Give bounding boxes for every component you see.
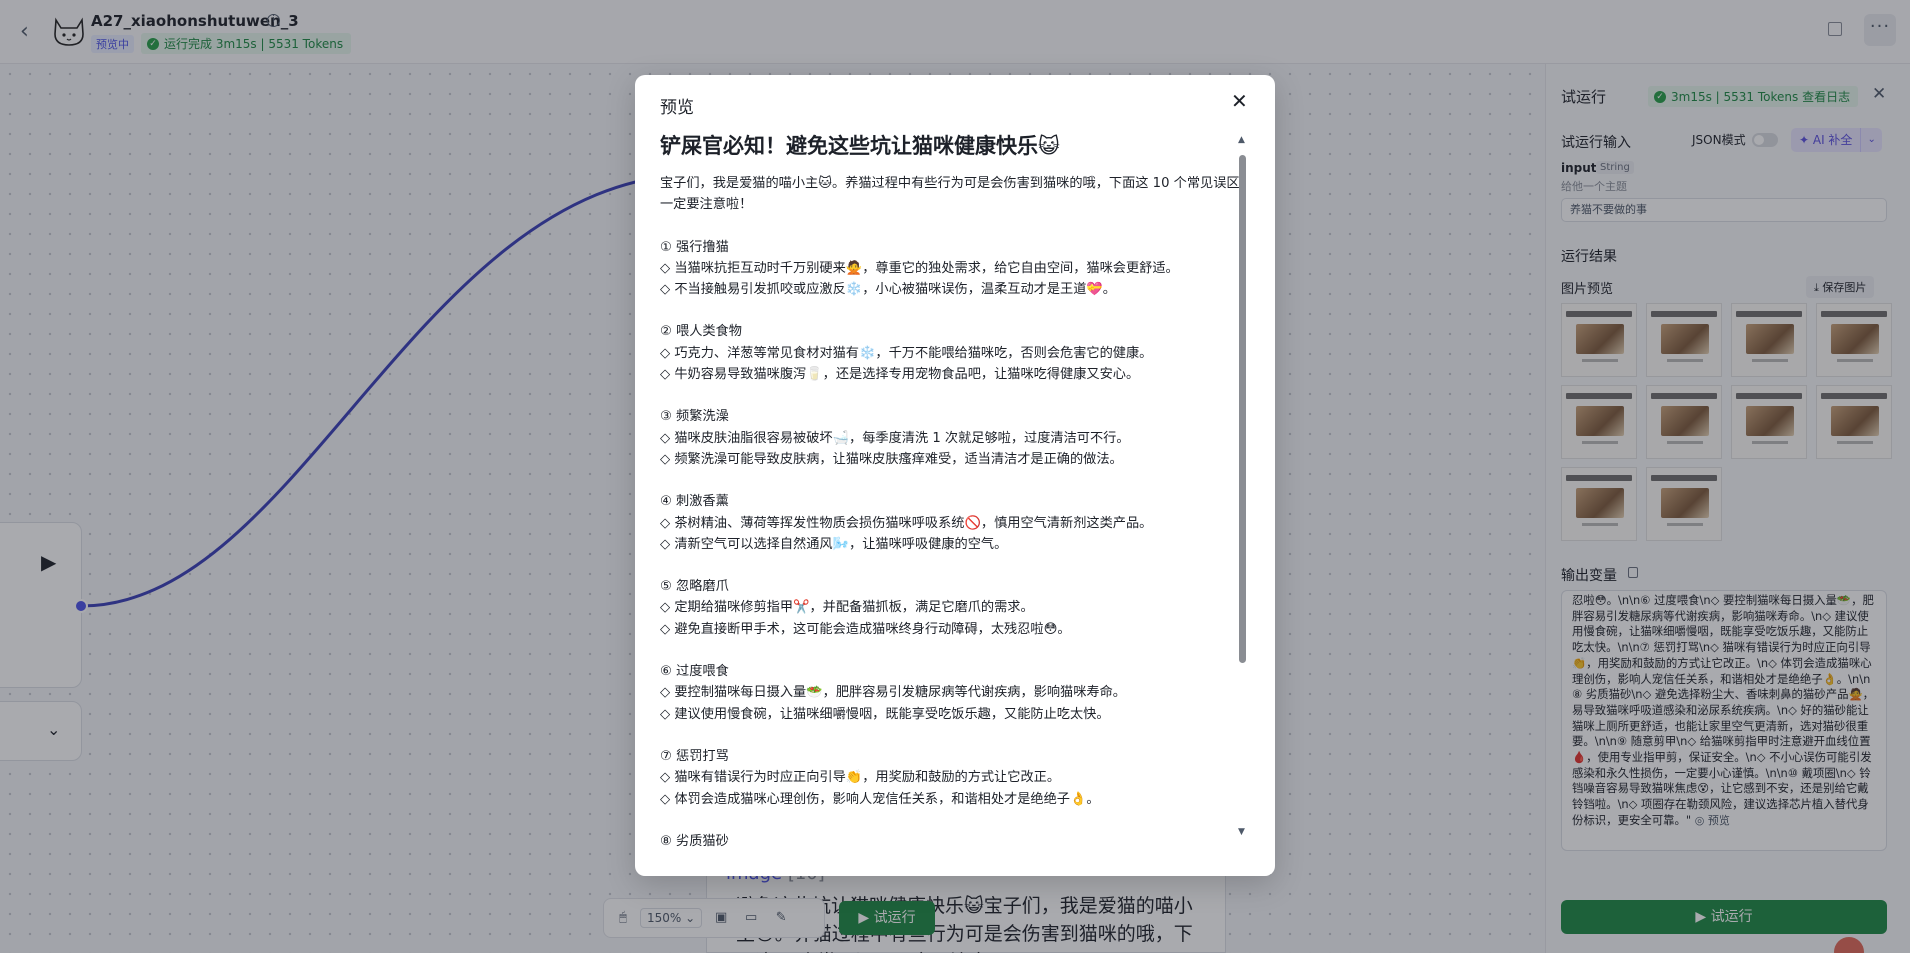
preview-content: 铲屎官必知！避免这些坑让猫咪健康快乐😺 宝子们，我是爱猫的喵小主🐱。养猫过程中有… bbox=[660, 128, 1242, 848]
section-line: ◇ 建议使用慢食碗，让猫咪细嚼慢咽，既能享受吃饭乐趣，又能防止吃太快。 bbox=[660, 706, 1110, 722]
document-section: ⑧ 劣质猫砂 bbox=[660, 831, 1242, 848]
document-section: ① 强行撸猫 ◇ 当猫咪抗拒互动时千万别硬来🙅，尊重它的独处需求，给它自由空间，猫… bbox=[660, 237, 1242, 301]
document-intro: 宝子们，我是爱猫的喵小主🐱。养猫过程中有些行为可是会伤害到猫咪的哦，下面这 10… bbox=[660, 176, 1240, 213]
document-section: ⑥ 过度喂食 ◇ 要控制猫咪每日摄入量🥗，肥胖容易引发糖尿病等代谢疾病，影响猫咪寿… bbox=[660, 661, 1242, 725]
document-sections: ① 强行撸猫 ◇ 当猫咪抗拒互动时千万别硬来🙅，尊重它的独处需求，给它自由空间，猫… bbox=[660, 237, 1242, 848]
section-heading: ④ 刺激香薰 bbox=[660, 494, 729, 510]
section-line: ◇ 猫咪皮肤油脂很容易被破坏🛁，每季度清洗 1 次就足够啦，过度清洁可不行。 bbox=[660, 430, 1130, 446]
scrollbar[interactable] bbox=[1239, 155, 1246, 663]
section-line: ◇ 不当接触易引发抓咬或应激反❄️，小心被猫咪误伤，温柔互动才是王道💝。 bbox=[660, 282, 1116, 298]
section-line: ◇ 巧克力、洋葱等常见食材对猫有❄️，千万不能喂给猫咪吃，否则会危害它的健康。 bbox=[660, 345, 1153, 361]
document-section: ⑤ 忽略磨爪 ◇ 定期给猫咪修剪指甲✂️，并配备猫抓板，满足它磨爪的需求。 ◇ 避免… bbox=[660, 576, 1242, 640]
modal-title: 预览 bbox=[660, 98, 694, 118]
section-heading: ② 喂人类食物 bbox=[660, 324, 742, 340]
section-heading: ⑤ 忽略磨爪 bbox=[660, 579, 729, 595]
document-section: ④ 刺激香薰 ◇ 茶树精油、薄荷等挥发性物质会损伤猫咪呼吸系统🚫，慎用空气清新剂这… bbox=[660, 491, 1242, 555]
section-line: ◇ 避免直接断甲手术，这可能会造成猫咪终身行动障碍，太残忍啦😳。 bbox=[660, 621, 1071, 637]
section-line: ◇ 猫咪有错误行为时应正向引导👏，用奖励和鼓励的方式让它改正。 bbox=[660, 770, 1061, 786]
section-line: ◇ 牛奶容易导致猫咪腹泻🥛，还是选择专用宠物食品吧，让猫咪吃得健康又安心。 bbox=[660, 367, 1140, 383]
section-heading: ⑦ 惩罚打骂 bbox=[660, 748, 729, 764]
document-section: ② 喂人类食物 ◇ 巧克力、洋葱等常见食材对猫有❄️，千万不能喂给猫咪吃，否则会危… bbox=[660, 321, 1242, 385]
section-line: ◇ 体罚会造成猫咪心理创伤，影响人宠信任关系，和谐相处才是绝绝子👌。 bbox=[660, 791, 1100, 807]
scroll-down-icon[interactable]: ▼ bbox=[1238, 827, 1245, 837]
section-heading: ⑧ 劣质猫砂 bbox=[660, 833, 729, 848]
section-line: ◇ 定期给猫咪修剪指甲✂️，并配备猫抓板，满足它磨爪的需求。 bbox=[660, 600, 1034, 616]
document-section: ③ 频繁洗澡 ◇ 猫咪皮肤油脂很容易被破坏🛁，每季度清洗 1 次就足够啦，过度清洁… bbox=[660, 406, 1242, 470]
close-icon[interactable]: ✕ bbox=[1231, 89, 1248, 113]
section-heading: ① 强行撸猫 bbox=[660, 239, 729, 255]
section-line: ◇ 要控制猫咪每日摄入量🥗，肥胖容易引发糖尿病等代谢疾病，影响猫咪寿命。 bbox=[660, 685, 1126, 701]
section-heading: ⑥ 过度喂食 bbox=[660, 664, 729, 680]
scroll-up-icon[interactable]: ▲ bbox=[1238, 135, 1245, 145]
section-heading: ③ 频繁洗澡 bbox=[660, 409, 729, 425]
document-section: ⑦ 惩罚打骂 ◇ 猫咪有错误行为时应正向引导👏，用奖励和鼓励的方式让它改正。 ◇ 体… bbox=[660, 746, 1242, 810]
section-line: ◇ 当猫咪抗拒互动时千万别硬来🙅，尊重它的独处需求，给它自由空间，猫咪会更舒适。 bbox=[660, 260, 1179, 276]
section-line: ◇ 频繁洗澡可能导致皮肤病，让猫咪皮肤瘙痒难受，适当清洁才是正确的做法。 bbox=[660, 451, 1123, 467]
preview-modal: 预览 ✕ 铲屎官必知！避免这些坑让猫咪健康快乐😺 宝子们，我是爱猫的喵小主🐱。养… bbox=[635, 75, 1275, 876]
section-line: ◇ 茶树精油、薄荷等挥发性物质会损伤猫咪呼吸系统🚫，慎用空气清新剂这类产品。 bbox=[660, 515, 1153, 531]
document-title: 铲屎官必知！避免这些坑让猫咪健康快乐😺 bbox=[660, 134, 1060, 158]
section-line: ◇ 清新空气可以选择自然通风🌬️，让猫咪呼吸健康的空气。 bbox=[660, 536, 1008, 552]
